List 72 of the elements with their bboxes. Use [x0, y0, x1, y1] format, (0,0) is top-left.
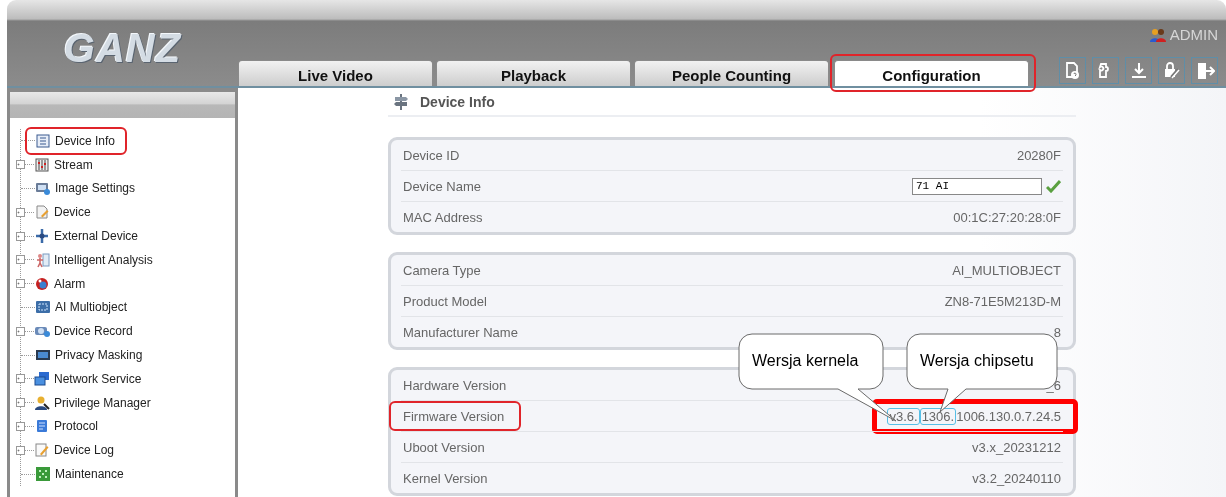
field-value: 1006.130.0.7.24.5: [956, 408, 1061, 424]
tree-item[interactable]: Maintenance: [55, 467, 124, 482]
field-label: Device Name: [403, 178, 482, 194]
tree-item[interactable]: AI Multiobject: [55, 300, 128, 315]
tree-item[interactable]: Protocol: [54, 419, 99, 434]
field-value: _6: [1046, 377, 1061, 393]
tab[interactable]: Live Video: [238, 60, 433, 86]
network-icon: [34, 370, 50, 387]
alarm-icon: [34, 275, 50, 292]
logout-icon[interactable]: [1191, 57, 1218, 84]
user-key-icon: [34, 394, 50, 411]
page-title: Device Info: [420, 93, 495, 110]
logo: GANZ: [63, 25, 182, 71]
field-label: Hardware Version: [403, 377, 507, 393]
monitor-icon: [35, 180, 51, 197]
expand-icon[interactable]: [16, 255, 25, 265]
field-value: 8: [1053, 324, 1061, 340]
expand-icon[interactable]: [16, 279, 25, 289]
field-label: Camera Type: [403, 262, 481, 278]
expand-icon[interactable]: [16, 231, 25, 241]
device-name-field[interactable]: 71 AI: [912, 177, 1042, 195]
tree-item[interactable]: Privilege Manager: [54, 395, 151, 410]
figure-icon: [34, 251, 50, 268]
puzzle-icon[interactable]: [1092, 57, 1119, 84]
tree-item[interactable]: Alarm: [54, 276, 86, 291]
tree-item[interactable]: Network Service: [54, 371, 142, 386]
list-icon: [35, 132, 51, 149]
field-label: Device ID: [403, 147, 460, 163]
tree-item[interactable]: Device Record: [54, 324, 133, 339]
tree-item[interactable]: Stream: [54, 157, 93, 172]
joystick-icon: [34, 228, 50, 245]
expand-icon[interactable]: [16, 398, 25, 408]
users-icon: [1149, 27, 1166, 42]
field-label: Product Model: [403, 293, 487, 309]
notepad-icon: [34, 442, 50, 459]
tree-item[interactable]: Device Info: [55, 133, 116, 148]
signpost-icon: [394, 93, 408, 110]
tab[interactable]: Playback: [436, 60, 631, 86]
expand-icon[interactable]: [16, 374, 25, 384]
expand-icon[interactable]: [16, 326, 25, 336]
tab[interactable]: Configuration: [834, 60, 1029, 86]
download-icon[interactable]: [1125, 57, 1152, 84]
field-label: Uboot Version: [403, 439, 485, 455]
puzzle-grid-icon: [35, 466, 51, 483]
help-document-icon[interactable]: [1059, 57, 1086, 84]
field-label: Manufacturer Name: [403, 324, 518, 340]
tree-item[interactable]: Device Log: [54, 443, 115, 458]
expand-icon[interactable]: [16, 207, 25, 217]
lock-edit-icon[interactable]: [1158, 57, 1185, 84]
field-label: Firmware Version: [403, 408, 505, 424]
field-value: AI_MULTIOBJECT: [952, 262, 1061, 278]
tree-item[interactable]: Image Settings: [55, 181, 136, 196]
expand-icon[interactable]: [16, 445, 25, 455]
field-label: Kernel Version: [403, 470, 488, 486]
field-label: MAC Address: [403, 209, 483, 225]
document-icon: [34, 204, 50, 221]
tab[interactable]: People Counting: [634, 60, 829, 86]
target-icon: [35, 299, 51, 316]
expand-icon[interactable]: [16, 421, 25, 431]
field-value: 00:1C:27:20:28:0F: [953, 209, 1061, 225]
tree-item[interactable]: External Device: [54, 229, 139, 244]
tree-item[interactable]: Intelligent Analysis: [54, 252, 153, 267]
expand-icon[interactable]: [16, 160, 25, 170]
user-name: ADMIN: [1169, 26, 1218, 43]
tree-item[interactable]: Device: [54, 205, 91, 220]
tree-item[interactable]: Privacy Masking: [55, 348, 143, 363]
field-value: v3.2_20240110: [972, 470, 1061, 486]
field-value: v3.x_20231212: [972, 439, 1061, 455]
field-value: 20280F: [1016, 147, 1061, 163]
equalizer-icon: [34, 156, 50, 173]
scroll-icon: [34, 418, 50, 435]
field-value: ZN8-71E5M213D-M: [944, 293, 1061, 309]
